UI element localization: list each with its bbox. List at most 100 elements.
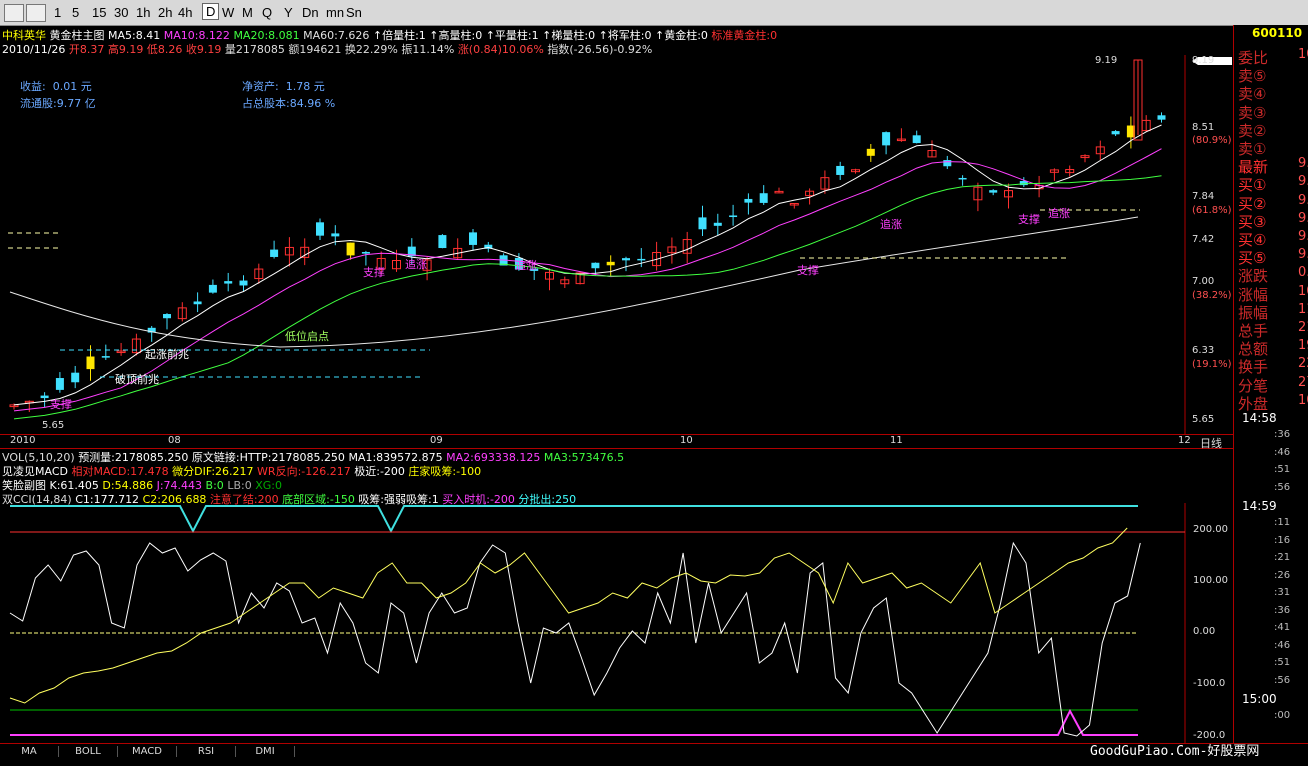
macd-acc: 庄家吸筹:-100: [408, 465, 482, 478]
tick-value: :46: [1274, 639, 1291, 651]
chart-annotation: 起涨前兆: [145, 347, 189, 361]
tick-value: :56: [1274, 674, 1291, 686]
tab-dmi[interactable]: DMI: [236, 746, 295, 757]
candle-body: [40, 395, 49, 399]
quote-row-value: 9.: [1298, 156, 1308, 172]
quote-row-value: 10.0: [1298, 283, 1308, 299]
price-tick: (38.2%): [1192, 290, 1232, 301]
candle-body: [698, 217, 707, 230]
tab-ma[interactable]: MA: [0, 746, 59, 757]
cci-tick: 0.00: [1193, 626, 1216, 637]
cci-tick: -100.0: [1193, 678, 1226, 689]
tick-time: 14:59: [1242, 499, 1277, 513]
candle-body: [622, 258, 630, 261]
candle-body: [224, 281, 233, 284]
chart-annotation: 低位启点: [285, 329, 329, 343]
chart-annotation: 追涨: [515, 258, 537, 272]
quote-row-value: 11.1: [1298, 301, 1308, 317]
low-mark: 5.65: [42, 420, 65, 431]
quote-panel: 600110 委比100.0卖⑤卖④卖③卖②卖①最新9.买①9.买②9.买③9.…: [1233, 25, 1308, 765]
chart-icon[interactable]: [4, 4, 24, 22]
cci-top-line: [10, 505, 1138, 534]
candle-body: [943, 160, 952, 167]
timeframe-1h[interactable]: 1h: [136, 5, 150, 20]
chart-annotation: 支撑: [50, 397, 72, 411]
timeframe-M[interactable]: M: [242, 5, 253, 20]
tick-time: 15:00: [1242, 692, 1277, 706]
tab-macd[interactable]: MACD: [118, 746, 177, 757]
tick-time: 14:58: [1242, 411, 1277, 425]
quote-row-value: 9.: [1298, 210, 1308, 226]
tick-value: :56: [1274, 481, 1291, 493]
quote-row-value: 100.0: [1298, 47, 1308, 62]
candle-body: [958, 177, 967, 180]
candle-body: [866, 148, 875, 156]
high-mark: 9.19: [1095, 55, 1118, 66]
quote-row-value: 21780: [1298, 320, 1308, 335]
candle-body: [193, 301, 202, 305]
cci-c1-line: [9, 541, 1141, 737]
timeframe-15[interactable]: 15: [92, 5, 106, 20]
timeframe-Sn[interactable]: Sn: [346, 5, 362, 20]
price-chart[interactable]: 支撑支撑 支撑支撑追涨 追涨追涨追涨低位启点起涨前兆破顶前兆: [0, 55, 1233, 435]
timeframe-D[interactable]: D: [202, 3, 220, 20]
tab-boll[interactable]: BOLL: [59, 746, 118, 757]
quote-row-value: 27: [1298, 374, 1308, 390]
timeframe-mn[interactable]: mn: [326, 5, 344, 20]
quote-row-value: 9.: [1298, 229, 1308, 244]
candle-body: [1111, 131, 1120, 135]
candle-body: [836, 165, 845, 175]
macd-near: 极近:-200: [354, 465, 405, 478]
timeframe-Y[interactable]: Y: [284, 5, 293, 20]
timeframe-Dn[interactable]: Dn: [302, 5, 319, 20]
ma10-line: [13, 148, 1162, 412]
candle-body: [316, 222, 324, 236]
x-axis: 2010 08 09 10 11 12 日线: [0, 434, 1233, 450]
timeframe-2h[interactable]: 2h: [158, 5, 172, 20]
candle-body: [71, 372, 80, 383]
candle-body: [759, 193, 768, 203]
indicator-tabs: MA BOLL MACD RSI DMI GoodGuPiao.Com-好股票网: [0, 743, 1308, 766]
stock-code: 600110: [1252, 26, 1303, 40]
cci-tick: 100.00: [1193, 575, 1228, 586]
chart-annotation: 追涨: [405, 257, 427, 271]
cci-chart[interactable]: [0, 503, 1233, 743]
tick-value: :36: [1274, 429, 1291, 440]
candle-body: [101, 356, 110, 358]
ma20-line: [13, 175, 1162, 420]
timeframe-W[interactable]: W: [222, 5, 234, 20]
std-gold: 标准黄金柱:0: [711, 29, 778, 42]
timeframe-Q[interactable]: Q: [262, 5, 272, 20]
x-tick: 08: [168, 435, 181, 446]
price-tick: 7.00: [1192, 276, 1215, 287]
toolbar: 1 5 15 30 1h 2h 4h D W M Q Y Dn mn Sn: [0, 0, 1308, 26]
timeframe-30[interactable]: 30: [114, 5, 128, 20]
price-tick: 6.33: [1192, 345, 1215, 356]
x-tick: 09: [430, 435, 443, 446]
price-tick: (80.9%): [1192, 135, 1232, 146]
tick-value: :41: [1274, 622, 1291, 633]
cci-tick: 200.00: [1193, 524, 1228, 535]
quote-row-value: 0.: [1298, 265, 1308, 281]
chart-annotation: 支撑: [363, 265, 385, 279]
candle-body: [438, 235, 447, 249]
ma5-line: [13, 124, 1162, 406]
x-tick: 12: [1178, 435, 1191, 446]
tick-value: :26: [1274, 569, 1291, 581]
timeframe-5[interactable]: 5: [72, 5, 79, 20]
price-tick: 8.51: [1192, 122, 1215, 133]
x-tick: 10: [680, 435, 693, 446]
chart-annotation: 破顶前兆: [115, 372, 159, 386]
vol-ma3: MA3:573476.5: [543, 451, 625, 464]
timeframe-1[interactable]: 1: [54, 5, 61, 20]
candle-body: [469, 232, 477, 245]
tick-value: :21: [1274, 552, 1291, 563]
trend-icon[interactable]: [26, 4, 46, 22]
candle-body: [208, 284, 217, 293]
quote-row-value: 9.: [1298, 247, 1308, 263]
timeframe-4h[interactable]: 4h: [178, 5, 192, 20]
candle-body: [729, 215, 738, 218]
daily-label: 日线: [1200, 437, 1222, 450]
tab-rsi[interactable]: RSI: [177, 746, 236, 757]
candle-body: [346, 242, 355, 256]
